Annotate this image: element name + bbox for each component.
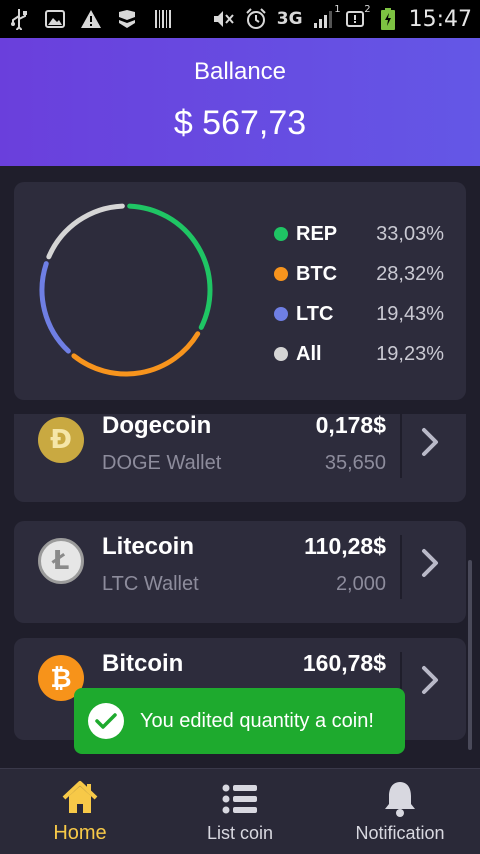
list-icon — [222, 784, 257, 814]
coin-name: Bitcoin — [102, 650, 184, 677]
chevron-right-icon[interactable] — [414, 424, 444, 460]
legend-item-all: All 19,23% — [274, 334, 444, 374]
balance-header: Ballance $ 567,73 — [0, 38, 480, 166]
alarm-icon — [245, 8, 267, 30]
warning-icon — [80, 8, 102, 30]
legend-item-btc: BTC 28,32% — [274, 254, 444, 294]
donut-arc-rep — [127, 203, 213, 330]
legend-dot — [274, 227, 288, 241]
legend-name: LTC — [296, 302, 334, 325]
coin-quantity: 35,650 — [324, 452, 386, 474]
legend-name: REP — [296, 222, 338, 245]
coin-price: 160,78$ — [302, 650, 386, 676]
bottom-navigation: Home List coin Notification — [0, 768, 480, 854]
portfolio-summary-card: REP 33,03% BTC 28,32% LTC 19,43% All 19,23% — [14, 182, 466, 400]
nav-list-coin-label: List coin — [206, 823, 274, 843]
notif-badge: 2 — [364, 4, 371, 15]
coin-card-dogecoin[interactable]: Ð Dogecoin DOGE Wallet 0,178$ 35,650 — [14, 414, 466, 502]
barcode-icon — [152, 8, 174, 30]
balance-value: $ 567,73 — [173, 104, 307, 142]
legend-item-rep: REP 33,03% — [274, 214, 444, 254]
sim-icon: 2 — [345, 4, 371, 30]
legend-percent: 19,23% — [376, 342, 444, 365]
legend-dot — [274, 347, 288, 361]
check-circle-icon — [88, 703, 124, 739]
divider — [400, 535, 402, 599]
portfolio-donut-chart — [39, 203, 213, 377]
donut-arc-all — [46, 203, 125, 260]
toast-text: You edited quantity a coin! — [140, 709, 374, 732]
dogecoin-icon: Ð — [38, 417, 84, 463]
home-icon — [62, 781, 98, 813]
legend-percent: 19,43% — [376, 302, 444, 325]
toast-message: You edited quantity a coin! — [74, 688, 405, 754]
litecoin-icon: Ł — [38, 538, 84, 584]
nav-notification[interactable]: Notification — [320, 769, 480, 854]
chevron-right-icon[interactable] — [414, 545, 444, 581]
coin-name: Dogecoin — [102, 414, 212, 439]
donut-arc-ltc — [39, 261, 71, 354]
donut-arc-btc — [71, 331, 201, 377]
scrollbar[interactable] — [468, 560, 472, 750]
coin-price: 110,28$ — [304, 533, 386, 559]
legend-percent: 28,32% — [376, 262, 444, 285]
nav-list-coin[interactable]: List coin — [160, 769, 320, 854]
legend-percent: 33,03% — [376, 222, 444, 245]
legend-dot — [274, 267, 288, 281]
legend-name: All — [296, 342, 322, 365]
portfolio-legend: REP 33,03% BTC 28,32% LTC 19,43% All 19,23% — [274, 214, 444, 374]
signal-icon: 1 — [313, 4, 341, 30]
nav-home[interactable]: Home — [0, 769, 160, 854]
mute-icon — [213, 8, 235, 30]
balance-label: Ballance — [193, 58, 287, 85]
nav-home-label: Home — [53, 822, 107, 844]
legend-item-ltc: LTC 19,43% — [274, 294, 444, 334]
divider — [400, 414, 402, 478]
clock: 15:47 — [408, 6, 472, 32]
bell-icon — [385, 782, 415, 817]
coin-price: 0,178$ — [315, 414, 386, 438]
coin-name: Litecoin — [102, 533, 195, 560]
usb-icon — [8, 8, 30, 30]
coin-wallet: DOGE Wallet — [102, 452, 222, 474]
sim-badge: 1 — [334, 4, 341, 15]
legend-name: BTC — [296, 262, 338, 285]
network-type: 3G — [276, 9, 303, 29]
nav-notification-label: Notification — [355, 823, 445, 843]
shield-icon — [116, 8, 138, 30]
image-icon — [44, 8, 66, 30]
status-bar: 3G 1 2 15:47 — [0, 0, 480, 38]
chevron-right-icon[interactable] — [414, 662, 444, 698]
battery-icon — [377, 8, 399, 30]
coin-card-litecoin[interactable]: Ł Litecoin LTC Wallet 110,28$ 2,000 — [14, 521, 466, 623]
coin-wallet: LTC Wallet — [102, 573, 199, 595]
legend-dot — [274, 307, 288, 321]
coin-quantity: 2,000 — [335, 573, 386, 595]
